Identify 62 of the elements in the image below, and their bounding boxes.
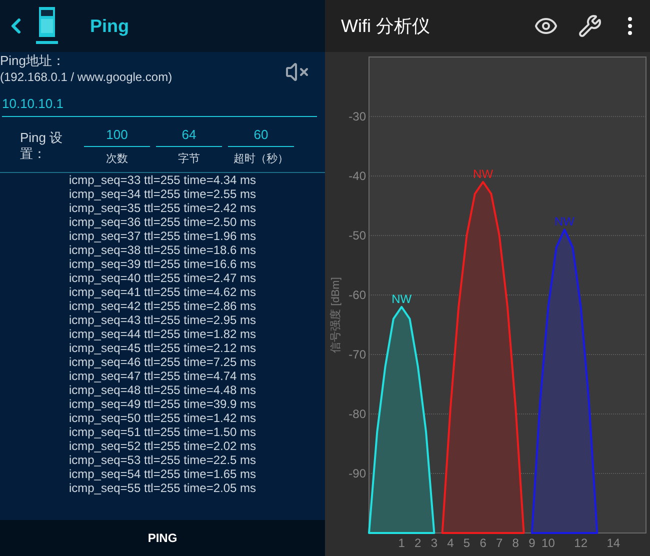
log-line: icmp_seq=50 ttl=255 time=1.42 ms: [68, 410, 256, 424]
log-line: icmp_seq=46 ttl=255 time=7.25 ms: [68, 354, 256, 368]
address-label: Ping地址：: [0, 52, 66, 69]
log-line: icmp_seq=49 ttl=255 time=39.9 ms: [68, 396, 256, 410]
log-line: icmp_seq=33 ttl=255 time=4.34 ms: [68, 172, 256, 186]
log-line: icmp_seq=43 ttl=255 time=2.95 ms: [68, 312, 256, 326]
x-tick-label: 9: [528, 536, 536, 550]
setting-field[interactable]: 100: [84, 124, 150, 147]
x-tick-label: 7: [496, 536, 503, 550]
y-tick-label: -90: [348, 466, 366, 480]
log-line: icmp_seq=52 ttl=255 time=2.02 ms: [68, 438, 256, 452]
log-line: icmp_seq=54 ttl=255 time=1.65 ms: [68, 466, 256, 480]
network-label: NW: [473, 166, 494, 181]
log-line: icmp_seq=38 ttl=255 time=18.6 ms: [68, 242, 256, 256]
address-field[interactable]: 10.10.10.1: [2, 94, 317, 116]
log-line: icmp_seq=37 ttl=255 time=1.96 ms: [68, 228, 256, 242]
log-line: icmp_seq=34 ttl=255 time=2.55 ms: [68, 186, 256, 200]
log-line: icmp_seq=35 ttl=255 time=2.42 ms: [68, 200, 256, 214]
log-line: icmp_seq=48 ttl=255 time=4.48 ms: [68, 382, 256, 396]
wrench-icon[interactable]: [578, 14, 602, 38]
setting-caption: 字节: [178, 152, 200, 167]
log-line: icmp_seq=40 ttl=255 time=2.47 ms: [68, 270, 256, 284]
address-hint: (192.168.0.1 / www.google.com): [0, 69, 172, 86]
x-tick-label: 14: [606, 536, 620, 550]
log-line: icmp_seq=42 ttl=255 time=2.86 ms: [68, 298, 256, 312]
ping-button[interactable]: PING: [0, 520, 325, 556]
log-line: icmp_seq=45 ttl=255 time=2.12 ms: [68, 340, 256, 354]
app-title: Wifi 分析仪: [341, 14, 431, 38]
log-line: icmp_seq=36 ttl=255 time=2.50 ms: [68, 214, 256, 228]
log-line: icmp_seq=55 ttl=255 time=2.05 ms: [68, 480, 256, 494]
log-line: icmp_seq=44 ttl=255 time=1.82 ms: [68, 326, 256, 340]
setting-field[interactable]: 60: [228, 124, 294, 147]
network-label: NW: [392, 292, 412, 306]
x-tick-label: 5: [463, 536, 470, 550]
log-line: icmp_seq=41 ttl=255 time=4.62 ms: [68, 284, 256, 298]
x-tick-label: 10: [542, 536, 555, 550]
x-tick-label: 2: [414, 536, 422, 550]
y-tick-label: -40: [348, 169, 366, 183]
network-label: NW: [554, 214, 575, 229]
log-line: icmp_seq=51 ttl=255 time=1.50 ms: [68, 424, 256, 438]
screen-title: Ping: [90, 14, 129, 38]
x-tick-label: 6: [480, 536, 486, 550]
log-line: icmp_seq=39 ttl=255 time=16.6 ms: [68, 256, 256, 270]
x-tick-label: 4: [447, 536, 454, 550]
y-tick-label: -70: [348, 348, 366, 362]
setting-field[interactable]: 64: [156, 124, 222, 147]
y-tick-label: -30: [348, 110, 366, 124]
mute-icon[interactable]: [285, 60, 309, 84]
y-axis-title: 信号强度 [dBm]: [330, 277, 342, 353]
y-tick-label: -80: [348, 407, 366, 421]
x-tick-label: 12: [574, 536, 588, 550]
log-line: icmp_seq=53 ttl=255 time=22.5 ms: [68, 452, 256, 466]
setting-caption: 次数: [106, 152, 128, 167]
x-tick-label: 1: [398, 536, 405, 550]
y-tick-label: -60: [348, 288, 366, 302]
setting-caption: 超时（秒）: [234, 152, 288, 167]
log-line: icmp_seq=47 ttl=255 time=4.74 ms: [68, 368, 256, 382]
settings-label: Ping 设置：: [20, 130, 64, 162]
x-tick-label: 8: [512, 536, 519, 550]
phone-icon: [36, 7, 58, 45]
y-tick-label: -50: [348, 228, 366, 242]
x-tick-label: 3: [430, 536, 438, 550]
